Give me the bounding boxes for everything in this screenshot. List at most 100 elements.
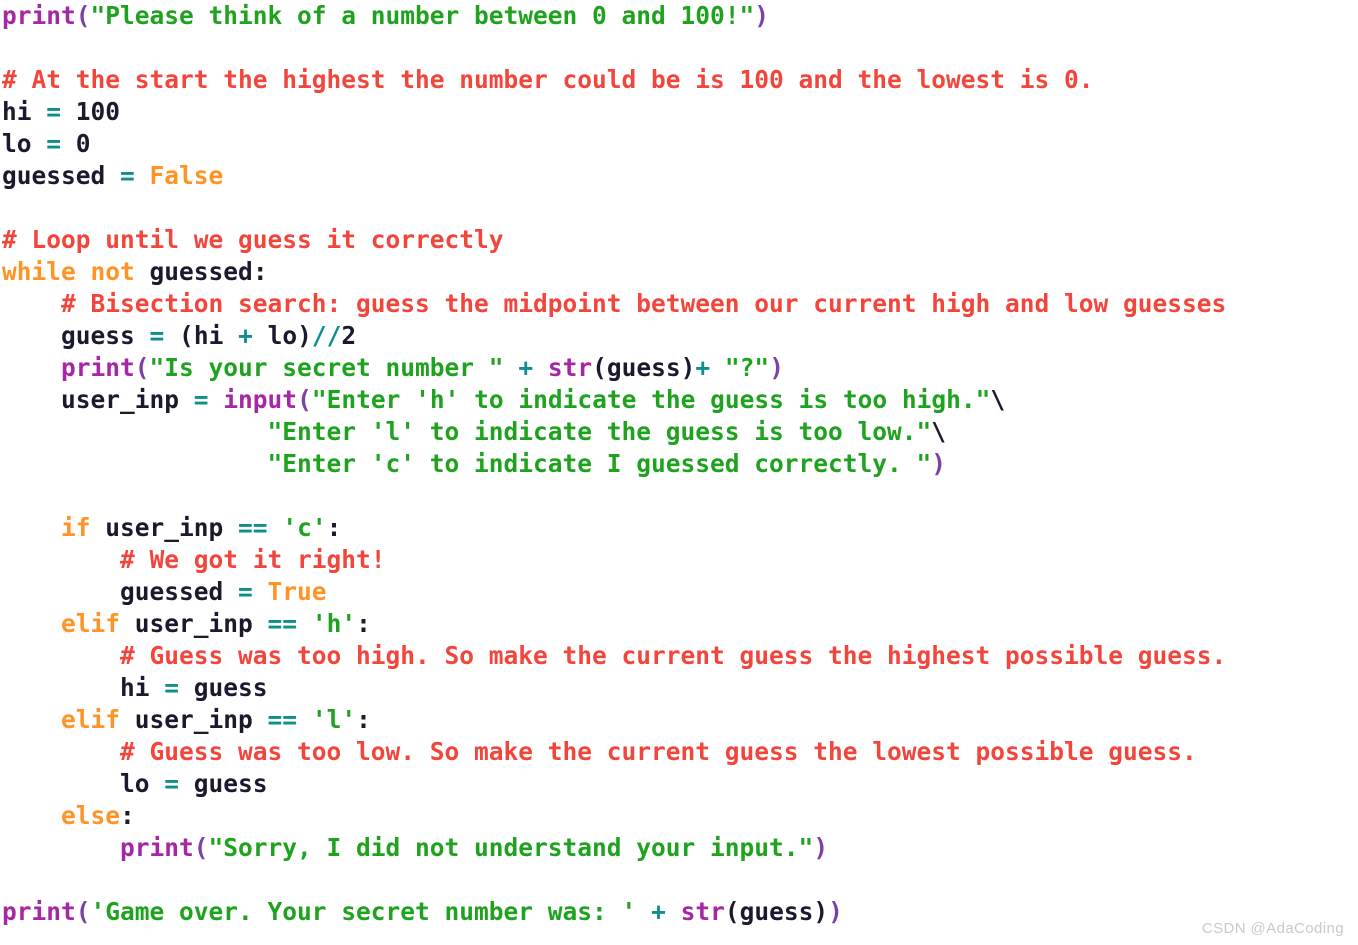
code-line: "Enter 'l' to indicate the guess is too … bbox=[0, 416, 1358, 448]
code-token-string: "Enter 'c' to indicate I guessed correct… bbox=[267, 449, 932, 478]
code-token-plain: lo bbox=[252, 321, 298, 350]
code-token-punct: : bbox=[120, 801, 135, 830]
code-token-op: + bbox=[695, 353, 711, 382]
code-token-op: + bbox=[518, 353, 534, 382]
code-token-plain: user_inp bbox=[120, 705, 268, 734]
code-token-keyword: elif bbox=[61, 705, 121, 734]
code-token-op: == bbox=[267, 609, 298, 638]
code-line: # At the start the highest the number co… bbox=[0, 64, 1358, 96]
code-line: guessed = True bbox=[0, 576, 1358, 608]
code-token-op: = bbox=[149, 321, 165, 350]
code-token-builtin: str bbox=[547, 353, 593, 382]
code-line: guessed = False bbox=[0, 160, 1358, 192]
code-token-op: // bbox=[311, 321, 342, 350]
code-token-string: 'c' bbox=[282, 513, 327, 542]
code-token-comment: # Guess was too low. So make the current… bbox=[120, 737, 1197, 766]
code-line: guess = (hi + lo)//2 bbox=[0, 320, 1358, 352]
code-line: # We got it right! bbox=[0, 544, 1358, 576]
code-token-paren: ) bbox=[769, 353, 784, 382]
code-line: elif user_inp == 'h': bbox=[0, 608, 1358, 640]
code-token-paren: ) bbox=[931, 449, 947, 478]
code-token-string: "Is your secret number " bbox=[149, 353, 504, 382]
code-token-op: = bbox=[46, 97, 62, 126]
code-line: print("Please think of a number between … bbox=[0, 0, 1358, 32]
code-line: user_inp = input("Enter 'h' to indicate … bbox=[0, 384, 1358, 416]
code-token-constant: True bbox=[267, 577, 327, 606]
code-line: # Loop until we guess it correctly bbox=[0, 224, 1358, 256]
code-token-string: 'h' bbox=[311, 609, 357, 638]
code-token-plain: hi bbox=[2, 97, 47, 126]
code-token-plain: user_inp bbox=[90, 513, 239, 542]
code-line: elif user_inp == 'l': bbox=[0, 704, 1358, 736]
code-token-plain: hi bbox=[2, 673, 165, 702]
code-token-plain: guess bbox=[179, 769, 268, 798]
code-token-plain: 100 bbox=[61, 97, 121, 126]
code-token-keyword: while bbox=[2, 257, 76, 286]
code-token-punct: : bbox=[356, 609, 371, 638]
code-line: print('Game over. Your secret number was… bbox=[0, 896, 1358, 928]
code-token-comment: # Loop until we guess it correctly bbox=[2, 225, 504, 254]
code-token-punct: ( bbox=[179, 321, 194, 350]
code-line: print("Sorry, I did not understand your … bbox=[0, 832, 1358, 864]
code-token-paren: ( bbox=[75, 897, 91, 926]
code-token-comment: # Bisection search: guess the midpoint b… bbox=[61, 289, 1227, 318]
code-token-op: = bbox=[120, 161, 135, 190]
code-token-op: = bbox=[46, 129, 62, 158]
code-token-op: == bbox=[267, 705, 298, 734]
code-token-string: "Enter 'l' to indicate the guess is too … bbox=[267, 417, 932, 446]
code-token-plain: 0 bbox=[61, 129, 91, 158]
code-token-plain: guessed bbox=[2, 577, 239, 606]
code-token-punct: : bbox=[356, 705, 371, 734]
code-token-string: "Sorry, I did not understand your input.… bbox=[208, 833, 814, 862]
code-line: hi = guess bbox=[0, 672, 1358, 704]
code-line: lo = 0 bbox=[0, 128, 1358, 160]
code-token-string: 'l' bbox=[311, 705, 357, 734]
code-token-paren: ( bbox=[193, 833, 209, 862]
code-token-keyword: not bbox=[90, 257, 135, 286]
code-lines-container: print("Please think of a number between … bbox=[0, 0, 1358, 928]
code-token-op: = bbox=[164, 673, 180, 702]
code-token-paren: ) bbox=[828, 897, 843, 926]
code-token-builtin: print bbox=[61, 353, 135, 382]
code-token-plain: 2 bbox=[341, 321, 357, 350]
code-line: print("Is your secret number " + str(gue… bbox=[0, 352, 1358, 384]
code-token-comment: # At the start the highest the number co… bbox=[2, 65, 1094, 94]
code-token-punct: ) bbox=[297, 321, 312, 350]
code-line: while not guessed: bbox=[0, 256, 1358, 288]
code-token-string: "?" bbox=[724, 353, 770, 382]
code-token-plain: guessed bbox=[134, 257, 253, 286]
code-line: else: bbox=[0, 800, 1358, 832]
code-token-comment: # Guess was too high. So make the curren… bbox=[120, 641, 1227, 670]
code-token-builtin: print bbox=[2, 897, 76, 926]
code-token-builtin: print bbox=[2, 1, 76, 30]
code-line: # Guess was too low. So make the current… bbox=[0, 736, 1358, 768]
code-token-builtin: print bbox=[120, 833, 194, 862]
code-token-plain: guessed bbox=[2, 161, 121, 190]
code-token-op: + bbox=[651, 897, 666, 926]
code-token-op: == bbox=[238, 513, 268, 542]
code-token-plain: user_inp bbox=[2, 385, 194, 414]
code-token-plain: (guess) bbox=[592, 353, 696, 382]
